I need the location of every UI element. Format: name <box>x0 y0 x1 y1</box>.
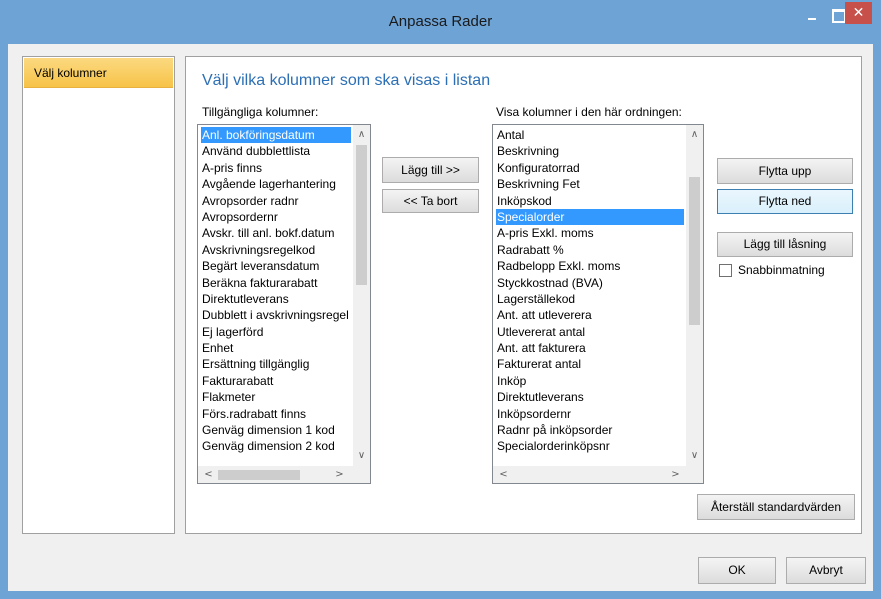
scroll-thumb[interactable] <box>218 470 300 480</box>
available-vertical-scrollbar[interactable]: ∧ ∨ <box>353 125 370 466</box>
list-item[interactable]: Flakmeter <box>201 389 351 405</box>
reset-defaults-button[interactable]: Återställ standardvärden <box>697 494 855 520</box>
visible-columns-label: Visa kolumner i den här ordningen: <box>496 105 682 119</box>
list-item[interactable]: Inköpsordernr <box>496 406 684 422</box>
list-item[interactable]: Specialorder <box>496 208 684 226</box>
scroll-up-icon[interactable]: ∧ <box>353 126 370 143</box>
nav-item-label: Välj kolumner <box>34 66 107 80</box>
list-item[interactable]: Fakturarabatt <box>201 373 351 389</box>
title-bar[interactable]: Anpassa Rader ✕ <box>0 0 881 44</box>
available-columns-items: Anl. bokföringsdatum Använd dubblettlista… <box>201 127 351 455</box>
list-item[interactable]: Förs.radrabatt finns <box>201 406 351 422</box>
scroll-corner <box>686 466 703 483</box>
list-item[interactable]: Ant. att utleverera <box>496 307 684 323</box>
scroll-down-icon[interactable]: ∨ <box>353 447 370 464</box>
remove-column-button[interactable]: << Ta bort <box>382 189 479 213</box>
list-item[interactable]: Avropsorder radnr <box>201 193 351 209</box>
list-item[interactable]: Specialorderinköpsnr <box>496 438 684 454</box>
move-up-button[interactable]: Flytta upp <box>717 158 853 184</box>
quick-entry-label[interactable]: Snabbinmatning <box>738 263 825 277</box>
list-item[interactable]: Lagerställekod <box>496 291 684 307</box>
scroll-corner <box>353 466 370 483</box>
list-item[interactable]: Radrabatt % <box>496 242 684 258</box>
available-horizontal-scrollbar[interactable]: < > <box>198 466 353 483</box>
scroll-thumb[interactable] <box>689 177 700 325</box>
list-item[interactable]: Avskr. till anl. bokf.datum <box>201 225 351 241</box>
list-item[interactable]: Beskrivning Fet <box>496 176 684 192</box>
list-item[interactable]: Radbelopp Exkl. moms <box>496 258 684 274</box>
visible-columns-list[interactable]: Antal Beskrivning Konfiguratorrad Beskrivni… <box>492 124 704 484</box>
scroll-right-icon[interactable]: > <box>331 466 348 483</box>
list-item[interactable]: Beskrivning <box>496 143 684 159</box>
list-item[interactable]: Ant. att fakturera <box>496 340 684 356</box>
cancel-button[interactable]: Avbryt <box>786 557 866 584</box>
list-item[interactable]: Avskrivningsregelkod <box>201 242 351 258</box>
ok-button[interactable]: OK <box>698 557 776 584</box>
list-item[interactable]: Ersättning tillgänglig <box>201 356 351 372</box>
scroll-left-icon[interactable]: < <box>495 466 512 483</box>
list-item[interactable]: Radnr på inköpsorder <box>496 422 684 438</box>
list-item[interactable]: Inköp <box>496 373 684 389</box>
list-item[interactable]: Avgående lagerhantering <box>201 176 351 192</box>
list-item[interactable]: Genväg dimension 2 kod <box>201 438 351 454</box>
list-item[interactable]: Inköpskod <box>496 193 684 209</box>
list-item[interactable]: Styckkostnad (BVA) <box>496 275 684 291</box>
list-item[interactable]: A-pris finns <box>201 160 351 176</box>
quick-entry-checkbox[interactable] <box>719 264 732 277</box>
add-column-button[interactable]: Lägg till >> <box>382 157 479 183</box>
scroll-down-icon[interactable]: ∨ <box>686 447 703 464</box>
minimize-button[interactable] <box>800 4 824 26</box>
visible-horizontal-scrollbar[interactable]: < > <box>493 466 686 483</box>
close-icon: ✕ <box>852 5 865 21</box>
scroll-thumb[interactable] <box>356 145 367 285</box>
available-columns-label: Tillgängliga kolumner: <box>202 105 319 119</box>
list-item[interactable]: Utlevererat antal <box>496 324 684 340</box>
list-item[interactable]: Anl. bokföringsdatum <box>201 127 351 144</box>
list-item[interactable]: Ej lagerförd <box>201 324 351 340</box>
list-item[interactable]: Fakturerat antal <box>496 356 684 372</box>
scroll-left-icon[interactable]: < <box>200 466 217 483</box>
scroll-up-icon[interactable]: ∧ <box>686 126 703 143</box>
visible-columns-items: Antal Beskrivning Konfiguratorrad Beskrivni… <box>496 127 684 455</box>
list-item[interactable]: Enhet <box>201 340 351 356</box>
list-item[interactable]: Begärt leveransdatum <box>201 258 351 274</box>
page-heading: Välj vilka kolumner som ska visas i list… <box>202 72 491 89</box>
list-item[interactable]: Konfiguratorrad <box>496 160 684 176</box>
list-item[interactable]: Beräkna fakturarabatt <box>201 275 351 291</box>
move-down-button[interactable]: Flytta ned <box>717 189 853 214</box>
list-item[interactable]: Antal <box>496 127 684 143</box>
list-item[interactable]: Använd dubblettlista <box>201 143 351 159</box>
nav-item-choose-columns[interactable]: Välj kolumner <box>24 58 173 88</box>
window-title: Anpassa Rader <box>388 13 493 30</box>
left-nav-panel: Välj kolumner <box>22 56 175 534</box>
list-item[interactable]: Direktutleverans <box>201 291 351 307</box>
list-item[interactable]: Genväg dimension 1 kod <box>201 422 351 438</box>
add-lock-button[interactable]: Lägg till låsning <box>717 232 853 257</box>
list-item[interactable]: Direktutleverans <box>496 389 684 405</box>
list-item[interactable]: A-pris Exkl. moms <box>496 225 684 241</box>
list-item[interactable]: Dubblett i avskrivningsregel <box>201 307 351 323</box>
scroll-right-icon[interactable]: > <box>667 466 684 483</box>
visible-vertical-scrollbar[interactable]: ∧ ∨ <box>686 125 703 466</box>
available-columns-list[interactable]: Anl. bokföringsdatum Använd dubblettlista… <box>197 124 371 484</box>
close-button[interactable]: ✕ <box>845 2 872 24</box>
list-item[interactable]: Avropsordernr <box>201 209 351 225</box>
